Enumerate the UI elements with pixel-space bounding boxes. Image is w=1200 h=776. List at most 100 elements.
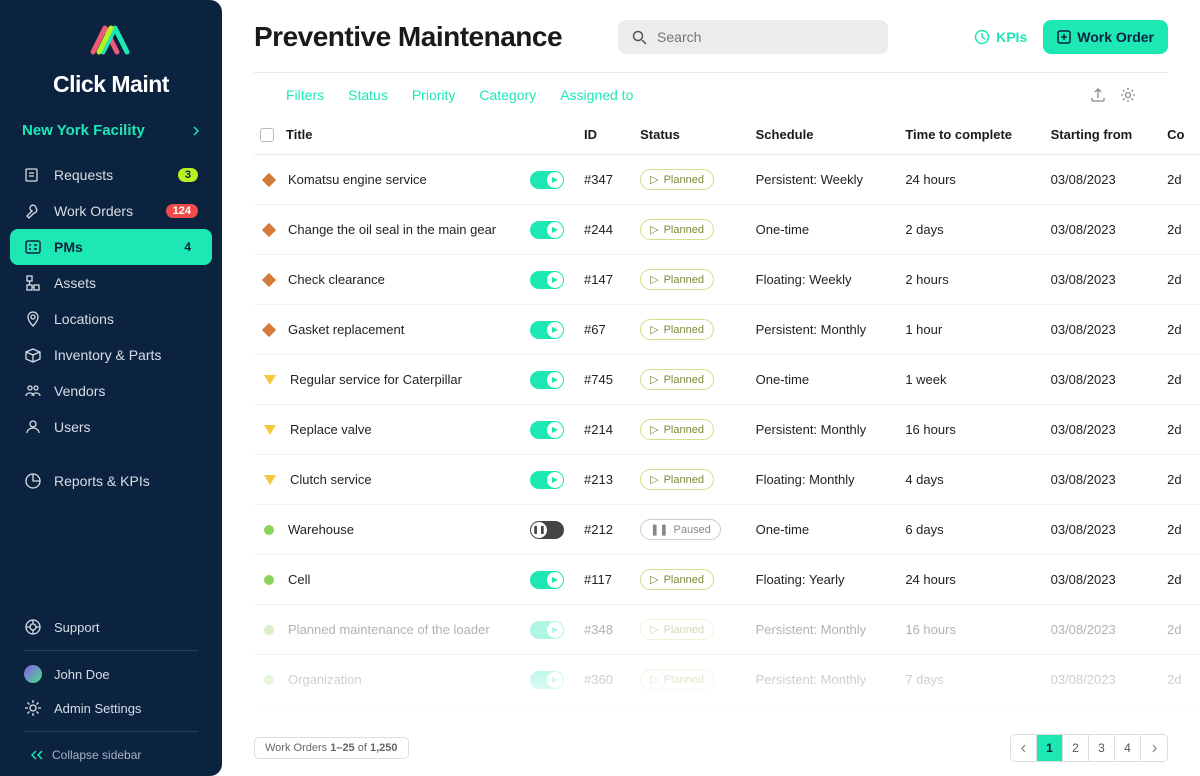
table-row[interactable]: Komatsu engine service ▶ #347 ▷Planned P…: [254, 155, 1200, 205]
row-id: #244: [574, 205, 630, 255]
col-schedule[interactable]: Schedule: [746, 115, 896, 155]
search-input[interactable]: [657, 29, 874, 45]
table-row[interactable]: Replace valve ▶ #214 ▷Planned Persistent…: [254, 405, 1200, 455]
page-2[interactable]: 2: [1063, 735, 1089, 761]
checklist-icon: [24, 238, 42, 256]
row-toggle[interactable]: ▶: [530, 271, 564, 289]
filter-category[interactable]: Category: [479, 87, 536, 103]
row-date: 03/08/2023: [1041, 405, 1158, 455]
table-row[interactable]: Check clearance ▶ #147 ▷Planned Floating…: [254, 255, 1200, 305]
avatar: [24, 665, 42, 683]
col-status[interactable]: Status: [630, 115, 746, 155]
row-co: 2d: [1157, 155, 1200, 205]
divider: [24, 731, 198, 732]
users-icon: [24, 418, 42, 436]
col-title[interactable]: Title: [254, 115, 574, 155]
requests-icon: [24, 166, 42, 184]
row-toggle[interactable]: ▶: [530, 621, 564, 639]
table-wrap: Title ID Status Schedule Time to complet…: [222, 115, 1200, 724]
row-toggle[interactable]: ▶: [530, 421, 564, 439]
filter-filters[interactable]: Filters: [286, 87, 324, 103]
page-1[interactable]: 1: [1037, 735, 1063, 761]
table-row[interactable]: Warehouse ❚❚ #212 ❚❚Paused One-time 6 da…: [254, 505, 1200, 555]
row-toggle[interactable]: ▶: [530, 571, 564, 589]
chevron-right-icon: [192, 126, 200, 136]
nav-admin[interactable]: Admin Settings: [10, 691, 212, 725]
row-toggle[interactable]: ▶: [530, 221, 564, 239]
status-icon: ▷: [650, 273, 658, 286]
export-icon[interactable]: [1090, 87, 1106, 103]
nav-label: Assets: [54, 275, 96, 291]
col-time[interactable]: Time to complete: [895, 115, 1040, 155]
nav-locations[interactable]: Locations: [10, 301, 212, 337]
nav-label: Users: [54, 419, 91, 435]
row-date: 03/08/2023: [1041, 555, 1158, 605]
table-row[interactable]: Gasket replacement ▶ #67 ▷Planned Persis…: [254, 305, 1200, 355]
settings-icon[interactable]: [1120, 87, 1136, 103]
priority-icon: [264, 625, 274, 635]
table-row[interactable]: Clutch service ▶ #213 ▷Planned Floating:…: [254, 455, 1200, 505]
table-row[interactable]: Organization ▶ #360 ▷Planned Persistent:…: [254, 655, 1200, 705]
col-co[interactable]: Co: [1157, 115, 1200, 155]
row-toggle[interactable]: ▶: [530, 471, 564, 489]
row-co: 2d: [1157, 205, 1200, 255]
search-box[interactable]: [618, 20, 888, 54]
toggle-knob: ▶: [547, 472, 563, 488]
row-title: Clutch service: [290, 472, 372, 487]
toggle-knob: ❚❚: [531, 522, 547, 538]
priority-icon: [264, 475, 276, 485]
facility-selector[interactable]: New York Facility: [0, 108, 222, 149]
row-toggle[interactable]: ❚❚: [530, 521, 564, 539]
table-row[interactable]: Change the oil seal in the main gear ▶ #…: [254, 205, 1200, 255]
nav-inventory[interactable]: Inventory & Parts: [10, 337, 212, 373]
filters-actions: [1090, 87, 1136, 103]
nav-requests[interactable]: Requests 3: [10, 157, 212, 193]
row-co: 2d: [1157, 655, 1200, 705]
row-toggle[interactable]: ▶: [530, 671, 564, 689]
nav-label: Vendors: [54, 383, 105, 399]
plus-icon: [1057, 30, 1071, 44]
page-prev[interactable]: [1011, 735, 1037, 761]
nav-user[interactable]: John Doe: [10, 657, 212, 691]
col-id[interactable]: ID: [574, 115, 630, 155]
collapse-sidebar[interactable]: Collapse sidebar: [10, 738, 212, 776]
filter-assigned[interactable]: Assigned to: [560, 87, 633, 103]
row-date: 03/08/2023: [1041, 355, 1158, 405]
col-starting[interactable]: Starting from: [1041, 115, 1158, 155]
nav-work-orders[interactable]: Work Orders 124: [10, 193, 212, 229]
row-id: #147: [574, 255, 630, 305]
table-row[interactable]: Regular service for Caterpillar ▶ #745 ▷…: [254, 355, 1200, 405]
row-time: 24 hours: [895, 555, 1040, 605]
row-schedule: Persistent: Monthly: [746, 405, 896, 455]
table-row[interactable]: Cell ▶ #117 ▷Planned Floating: Yearly 24…: [254, 555, 1200, 605]
nav-pms[interactable]: PMs 4: [10, 229, 212, 265]
nav-label: PMs: [54, 239, 83, 255]
row-toggle[interactable]: ▶: [530, 371, 564, 389]
table-row[interactable]: Planned maintenance of the loader ▶ #348…: [254, 605, 1200, 655]
row-toggle[interactable]: ▶: [530, 321, 564, 339]
row-time: 1 hour: [895, 305, 1040, 355]
kpis-link[interactable]: KPIs: [974, 29, 1027, 45]
nav-support[interactable]: Support: [10, 610, 212, 644]
nav-reports[interactable]: Reports & KPIs: [10, 463, 212, 499]
page-3[interactable]: 3: [1089, 735, 1115, 761]
row-title: Warehouse: [288, 522, 354, 537]
row-id: #212: [574, 505, 630, 555]
nav-assets[interactable]: Assets: [10, 265, 212, 301]
row-title: Replace valve: [290, 422, 372, 437]
row-toggle[interactable]: ▶: [530, 171, 564, 189]
row-date: 03/08/2023: [1041, 155, 1158, 205]
filter-priority[interactable]: Priority: [412, 87, 456, 103]
page-next[interactable]: [1141, 735, 1167, 761]
nav-users[interactable]: Users: [10, 409, 212, 445]
priority-icon: [262, 272, 276, 286]
page-4[interactable]: 4: [1115, 735, 1141, 761]
work-order-button[interactable]: Work Order: [1043, 20, 1168, 54]
nav-vendors[interactable]: Vendors: [10, 373, 212, 409]
priority-icon: [262, 322, 276, 336]
wrench-icon: [24, 202, 42, 220]
filter-status[interactable]: Status: [348, 87, 388, 103]
row-schedule: Floating: Yearly: [746, 555, 896, 605]
select-all-checkbox[interactable]: [260, 128, 274, 142]
toggle-knob: ▶: [547, 172, 563, 188]
